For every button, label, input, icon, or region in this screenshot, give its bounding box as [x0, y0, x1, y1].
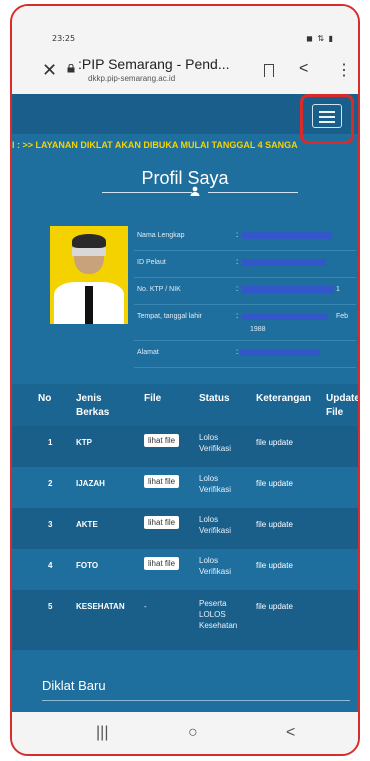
diklat-divider [42, 700, 350, 701]
page-host[interactable]: dkkp.pip-semarang.ac.id [88, 74, 175, 83]
info-row-ktp: No. KTP / NIK : 1 [134, 278, 356, 305]
browser-menu-icon[interactable]: ⋮ [336, 60, 352, 80]
redacted-value [242, 313, 328, 320]
back-icon[interactable]: < [286, 724, 295, 742]
status-bar: 23:25 ◼ ⇅ ▮ [12, 6, 358, 50]
recents-icon[interactable]: ||| [96, 724, 108, 742]
user-icon [190, 186, 200, 196]
redacted-value [240, 349, 320, 356]
view-file-button[interactable]: lihat file [144, 475, 180, 488]
header-keterangan: Keterangan [256, 393, 312, 404]
bookmark-icon[interactable] [264, 64, 274, 77]
browser-toolbar: ✕ :PIP Semarang - Pend... dkkp.pip-semar… [12, 50, 358, 94]
info-row-name: Nama Lengkap : [134, 224, 356, 251]
header-no: No [38, 393, 52, 404]
info-row-alamat: Alamat : [134, 341, 356, 368]
header-jenis: Jenis Berkas [76, 393, 110, 418]
status-time: 23:25 [52, 34, 76, 43]
profile-info-table: Nama Lengkap : ID Pelaut : No. KTP / NIK… [134, 224, 356, 368]
info-row-birth: Tempat, tanggal lahir : Feb 1988 [134, 305, 356, 341]
redacted-value [242, 259, 326, 266]
table-row: 3 AKTE lihat file Lolos Verifikasi file … [12, 508, 358, 549]
table-row: 2 IJAZAH lihat file Lolos Verifikasi fil… [48, 474, 293, 494]
site-navbar [12, 94, 358, 144]
announcement-marquee: I : >> LAYANAN DIKLAT AKAN DIBUKA MULAI … [12, 140, 298, 150]
heading-divider-left [102, 192, 192, 193]
header-status: Status [199, 393, 230, 404]
highlight-annotation [300, 94, 354, 144]
profile-photo [50, 226, 128, 324]
table-header: No Jenis Berkas File Status Keterangan U… [12, 384, 358, 426]
lock-icon [67, 64, 75, 73]
table-row: 4 FOTO lihat file Lolos Verifikasi file … [48, 556, 293, 576]
table-row: 5 KESEHATAN - Peserta LOLOS Kesehatan fi… [12, 590, 358, 650]
view-file-button[interactable]: lihat file [144, 516, 180, 529]
redacted-value [242, 286, 334, 293]
android-nav-bar: ||| ○ < [12, 712, 358, 754]
table-row: 1 KTP lihat file Lolos Verifikasi file u… [12, 426, 358, 467]
heading-divider-right [208, 192, 298, 193]
header-file: File [144, 393, 162, 404]
face-redaction [72, 248, 106, 256]
header-update: Update File [326, 393, 358, 418]
diklat-baru-heading: Diklat Baru [42, 678, 106, 693]
view-file-button[interactable]: lihat file [144, 557, 180, 570]
profile-heading: Profil Saya [141, 168, 229, 188]
close-tab-icon[interactable]: ✕ [42, 60, 57, 81]
status-icons: ◼ ⇅ ▮ [306, 34, 334, 43]
info-row-id-pelaut: ID Pelaut : [134, 251, 356, 278]
view-file-button[interactable]: lihat file [144, 434, 180, 447]
redacted-value [242, 232, 332, 239]
web-page: I : >> LAYANAN DIKLAT AKAN DIBUKA MULAI … [12, 94, 358, 712]
home-icon[interactable]: ○ [188, 724, 198, 742]
share-icon[interactable]: < [299, 60, 308, 78]
page-title[interactable]: :PIP Semarang - Pend... [78, 56, 230, 72]
documents-table: No Jenis Berkas File Status Keterangan U… [12, 384, 358, 650]
phone-frame: 23:25 ◼ ⇅ ▮ ✕ :PIP Semarang - Pend... dk… [10, 4, 360, 756]
